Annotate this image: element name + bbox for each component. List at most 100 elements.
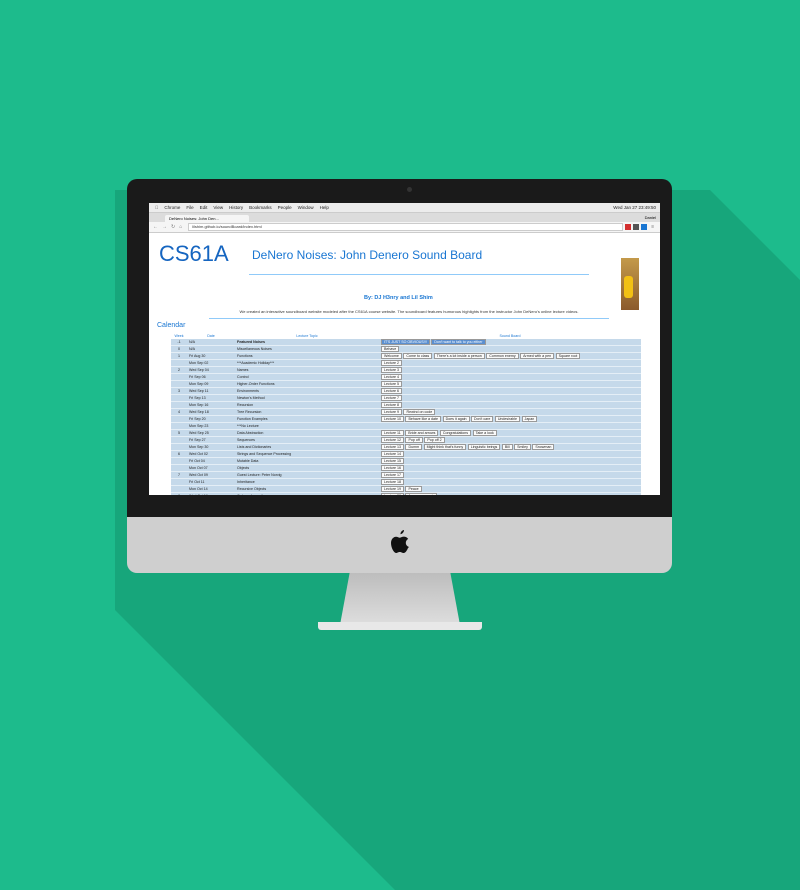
sound-button[interactable]: Lecture 16 xyxy=(381,464,404,471)
browser-tab[interactable]: DeNero Noises: John Den... xyxy=(165,215,249,222)
sound-button[interactable]: Rewind on code xyxy=(403,409,436,415)
imac-base xyxy=(318,622,482,630)
menu-chrome[interactable]: Chrome xyxy=(164,205,180,210)
sound-button[interactable]: Pop off xyxy=(405,436,423,443)
sound-button[interactable]: IT'S JUST SO OBVIOUS!!! xyxy=(381,339,430,345)
sound-button[interactable]: Lecture 6 xyxy=(381,388,402,394)
sound-button[interactable]: Welcome xyxy=(381,353,402,359)
cell-topic: Strings and Sequence Processing xyxy=(235,450,379,458)
sound-button[interactable]: Lecture 5 xyxy=(381,381,402,387)
menu-view[interactable]: View xyxy=(213,205,223,210)
sound-button[interactable]: Smiley xyxy=(514,443,531,450)
back-icon[interactable]: ← xyxy=(153,224,158,230)
sound-button[interactable]: Lecture 7 xyxy=(381,395,402,401)
column-header: Date xyxy=(207,333,215,338)
url-field[interactable]: lilshim.github.io/soundBoard/index.html xyxy=(188,223,624,231)
menu-edit[interactable]: Edit xyxy=(200,205,208,210)
sound-button[interactable]: Take a look xyxy=(472,429,497,436)
sound-button[interactable]: Lecture 13 xyxy=(381,443,404,450)
cell-date: Wed Sep 04 xyxy=(187,366,235,374)
menu-file[interactable]: File xyxy=(186,205,193,210)
table-row: Mon Sep 02 ***Academic Holiday*** Lecture … xyxy=(171,359,641,367)
cell-topic: Names xyxy=(235,366,379,374)
page-title: DeNero Noises: John Denero Sound Board xyxy=(252,248,483,262)
cell-week: 1 xyxy=(171,352,187,360)
sound-button[interactable]: There's a lot inside a person xyxy=(433,353,485,359)
cell-week xyxy=(171,394,187,402)
sound-button[interactable]: Lecture 20 xyxy=(381,492,404,495)
sound-button[interactable]: Don't want to talk to you either xyxy=(431,339,486,345)
sound-button[interactable]: Bill xyxy=(501,443,513,450)
cell-soundboard: Lecture 9 Rewind on code xyxy=(379,408,641,416)
forward-icon[interactable]: → xyxy=(162,224,167,230)
sound-button[interactable]: Lecture 19 xyxy=(381,485,404,492)
extension-icon[interactable] xyxy=(641,224,648,230)
sound-button[interactable]: Lecture 17 xyxy=(381,471,404,478)
table-row: Mon Sep 09 Higher-Order Functions Lecture … xyxy=(171,380,641,388)
sound-button[interactable]: Lecture 15 xyxy=(381,457,404,464)
sound-button[interactable]: Lecture 18 xyxy=(381,478,404,485)
cell-soundboard: Lecture 2 xyxy=(379,359,641,367)
table-row: Fri Sep 20 Function Examples Lecture 10 Beh… xyxy=(171,415,641,423)
menu-icon[interactable]: ≡ xyxy=(651,224,654,230)
sound-button[interactable]: Come to class xyxy=(403,353,433,359)
column-header: Sound Board xyxy=(499,333,521,338)
sound-button[interactable]: Lecture 9 xyxy=(381,409,402,415)
menu-bookmarks[interactable]: Bookmarks xyxy=(249,205,272,210)
sound-button[interactable]: Lecture 3 xyxy=(381,367,402,373)
cell-topic: Tree Recursion xyxy=(235,408,379,416)
cell-week xyxy=(171,443,187,451)
sound-button[interactable]: Congratulations xyxy=(439,429,472,436)
menu-window[interactable]: Window xyxy=(298,205,314,210)
sound-button[interactable]: Bride and arrows xyxy=(405,429,439,436)
sound-button[interactable]: Common enemy xyxy=(486,353,519,359)
sound-button[interactable]: Lecture 4 xyxy=(381,374,402,380)
sound-button[interactable]: Armed with a pen xyxy=(520,353,555,359)
cell-date: Wed Sep 25 xyxy=(187,429,235,437)
sound-button[interactable]: Lecture 10 xyxy=(381,416,404,422)
cell-soundboard: Lecture 4 xyxy=(379,373,641,381)
menu-history[interactable]: History xyxy=(229,205,243,210)
apple-menu-icon[interactable]:  xyxy=(155,205,158,210)
site-logo[interactable]: CS61A xyxy=(159,241,229,267)
sound-button[interactable]: Might think that's funny xyxy=(423,443,467,450)
sound-button[interactable]: Linguistic beings xyxy=(467,443,501,450)
sound-button[interactable]: Lecture 2 xyxy=(381,360,402,366)
cell-date: Fri Oct 11 xyxy=(187,478,235,486)
sound-button[interactable]: Lecture 8 xyxy=(381,402,402,408)
sound-button[interactable]: Dumm xyxy=(405,443,423,450)
extension-icon[interactable] xyxy=(633,224,640,230)
sound-button[interactable]: Lecture 14 xyxy=(381,450,404,457)
cell-date: Fri Sep 13 xyxy=(187,394,235,402)
cell-week xyxy=(171,478,187,486)
profile-button[interactable]: Daniel xyxy=(645,214,656,222)
sound-button[interactable]: Lecture 11 xyxy=(381,429,404,436)
sound-button[interactable]: Announcements xyxy=(405,492,438,495)
cell-soundboard: Lecture 17 xyxy=(379,471,641,479)
table-row: 5 Wed Sep 25 Data Abstraction Lecture 11 Bri… xyxy=(171,429,641,437)
cell-topic: Higher-Order Functions xyxy=(235,380,379,388)
sound-button[interactable]: Peace xyxy=(405,485,422,492)
sound-button[interactable]: Does it again xyxy=(442,416,470,422)
cell-week xyxy=(171,401,187,409)
table-row: Mon Oct 07 Objects Lecture 16 xyxy=(171,464,641,472)
home-icon[interactable]: ⌂ xyxy=(179,224,182,230)
sound-button[interactable]: Don't care xyxy=(471,416,494,422)
sound-button[interactable]: Square root xyxy=(555,353,581,359)
menu-people[interactable]: People xyxy=(278,205,292,210)
sound-button[interactable]: Lecture 12 xyxy=(381,436,404,443)
cell-topic: ***Academic Holiday*** xyxy=(235,359,379,367)
cell-week xyxy=(171,380,187,388)
menu-help[interactable]: Help xyxy=(320,205,329,210)
sound-button[interactable]: Pop off 2 xyxy=(424,436,445,443)
instructor-photo xyxy=(621,258,639,310)
extension-icon[interactable] xyxy=(625,224,632,230)
table-row: 3 Wed Sep 11 Environments Lecture 6 xyxy=(171,387,641,395)
sound-button[interactable]: Japan xyxy=(521,416,538,422)
sound-button[interactable]: Snowman xyxy=(532,443,555,450)
sound-button[interactable]: Behave xyxy=(381,346,400,352)
sound-button[interactable]: Behave like a date xyxy=(405,416,442,422)
cell-topic: Miscellaneous Noises xyxy=(235,345,379,353)
reload-icon[interactable]: ↻ xyxy=(171,224,175,230)
sound-button[interactable]: Undesirable xyxy=(494,416,521,422)
